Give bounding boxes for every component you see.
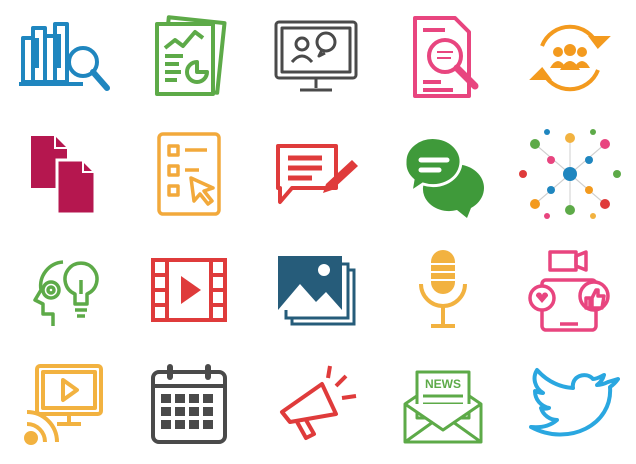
document-search-icon [380, 0, 506, 116]
image-gallery-icon [253, 232, 379, 348]
video-call-monitor-icon [253, 0, 379, 116]
documents-icon [0, 116, 126, 232]
checklist-cursor-icon [126, 116, 252, 232]
twitter-bird-icon [507, 348, 633, 464]
social-media-phone-icon [507, 232, 633, 348]
idea-brain-icon [0, 232, 126, 348]
write-message-icon [253, 116, 379, 232]
megaphone-icon [253, 348, 379, 464]
chat-bubbles-icon [380, 116, 506, 232]
report-charts-icon [126, 0, 252, 116]
network-people-icon [507, 116, 633, 232]
newsletter-icon: NEWS [380, 348, 506, 464]
microphone-icon [380, 232, 506, 348]
video-film-icon [126, 232, 252, 348]
icon-grid: NEWS [0, 0, 636, 463]
group-cycle-icon [507, 0, 633, 116]
library-search-icon [0, 0, 126, 116]
calendar-icon [126, 348, 252, 464]
video-broadcast-icon [0, 348, 126, 464]
newsletter-label: NEWS [425, 377, 461, 391]
